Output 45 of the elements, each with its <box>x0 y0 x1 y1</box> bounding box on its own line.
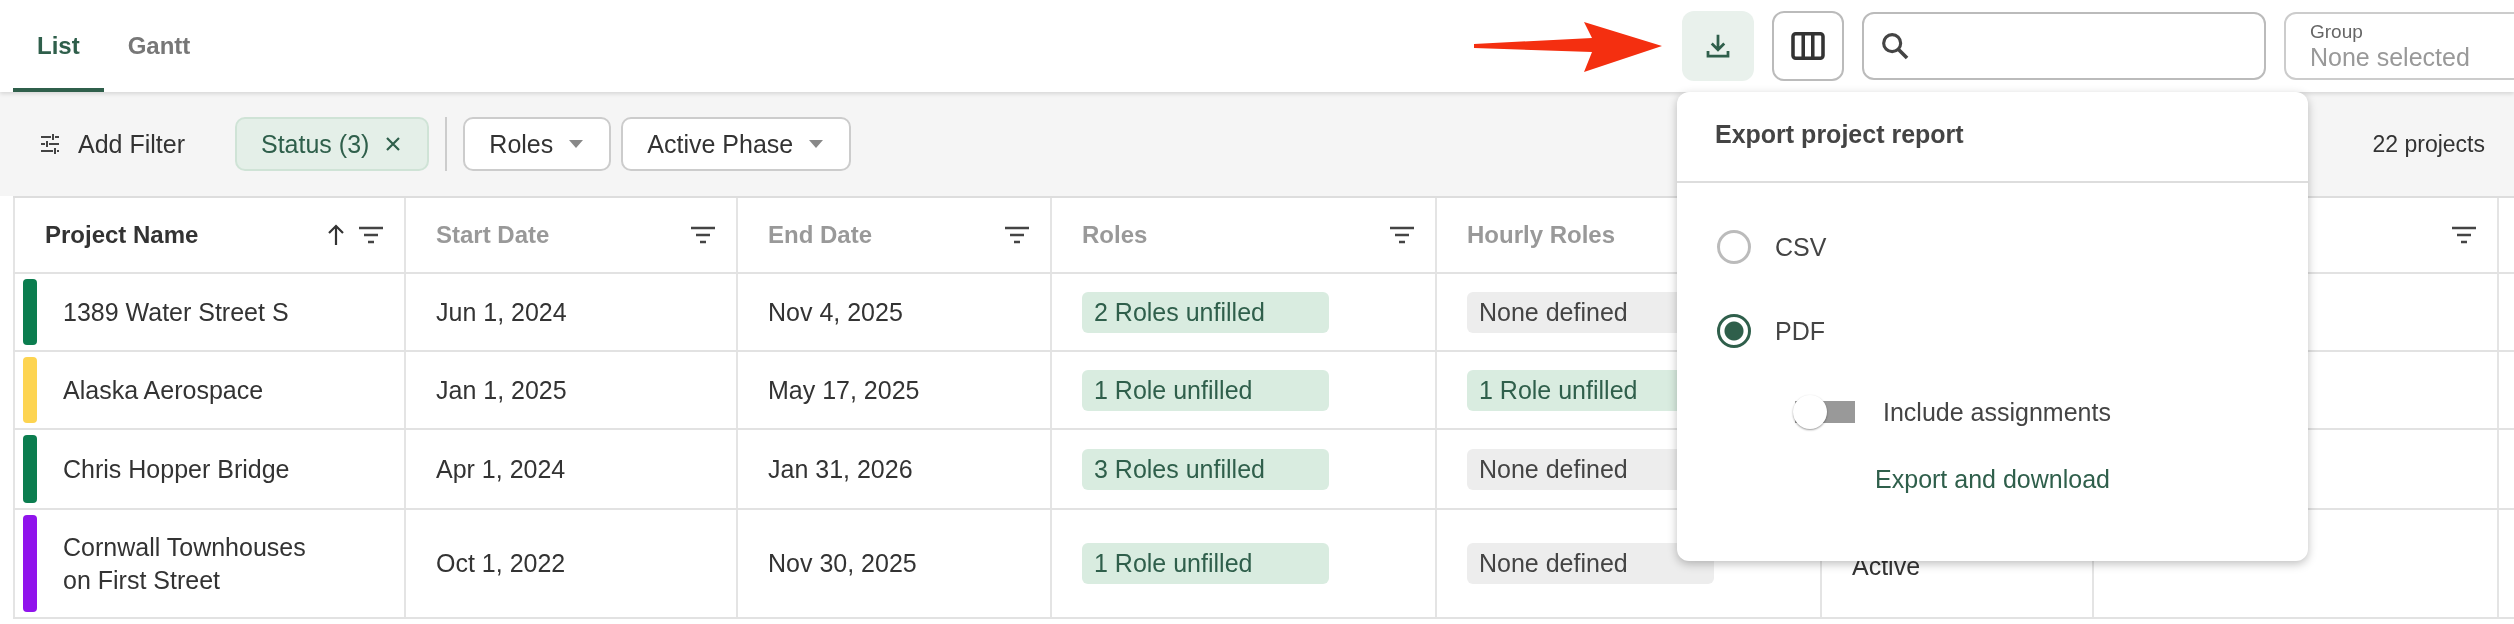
filter-icon[interactable] <box>1004 225 1030 245</box>
filter-icon[interactable] <box>2451 225 2477 245</box>
project-name[interactable]: Alaska Aerospace <box>63 373 331 407</box>
menu-title: Export project report <box>1714 119 1965 150</box>
toggle-label[interactable]: Include assignments <box>1883 397 2111 427</box>
roles-chip: None defined <box>1467 543 1714 584</box>
radio-button[interactable] <box>1717 314 1751 348</box>
table-cell: Jun 1, 2024 <box>404 274 736 350</box>
filter-chip[interactable]: Roles <box>463 117 612 171</box>
columns-button[interactable] <box>1772 11 1844 81</box>
filter-icon[interactable] <box>1389 225 1415 245</box>
roles-chip: 1 Role unfilled <box>1082 369 1329 411</box>
filter-icon[interactable] <box>690 225 716 245</box>
sort-arrow-icon[interactable] <box>326 223 346 247</box>
roles-chip: 1 Role unfilled <box>1082 543 1329 584</box>
radio-button[interactable] <box>1717 230 1751 264</box>
filter-icon[interactable] <box>358 225 384 245</box>
columns-icon[interactable] <box>1790 31 1826 61</box>
filter-chip[interactable]: Status (3) <box>235 117 430 171</box>
add-filter-button[interactable]: Add Filter <box>22 119 201 169</box>
table-cell: Apr 1, 2024 <box>404 430 736 508</box>
option-label[interactable]: CSV <box>1775 232 1827 262</box>
roles-chip: 3 Roles unfilled <box>1082 448 1329 490</box>
roles-chip: 2 Roles unfilled <box>1082 291 1329 333</box>
filter-chip[interactable]: Active Phase <box>621 117 852 171</box>
caret-icon[interactable] <box>807 139 826 149</box>
table-cell: Jan 1, 2025 <box>404 352 736 428</box>
group-select[interactable]: Group None selected <box>2284 12 2514 80</box>
column-header[interactable]: Project Name <box>45 221 199 249</box>
project-name[interactable]: 1389 Water Street S <box>63 295 331 329</box>
export-download-link[interactable]: Export and download <box>1867 457 2118 502</box>
view-tab[interactable]: Gantt <box>103 4 215 92</box>
project-count: 22 projects <box>2372 130 2485 158</box>
table-cell: Jan 31, 2026 <box>736 430 1050 508</box>
sliders-icon[interactable] <box>38 132 62 156</box>
search-field[interactable] <box>1862 12 2266 80</box>
table-cell: May 17, 2025 <box>736 352 1050 428</box>
download-button[interactable] <box>1682 11 1754 81</box>
project-name[interactable]: Cornwall Townhouses on First Street <box>63 531 331 596</box>
table-cell: Nov 4, 2025 <box>736 274 1050 350</box>
caret-icon[interactable] <box>567 139 586 149</box>
project-name[interactable]: Chris Hopper Bridge <box>63 452 331 486</box>
table-cell: Oct 1, 2022 <box>404 510 736 617</box>
table-cell: Nov 30, 2025 <box>736 510 1050 617</box>
option-label[interactable]: PDF <box>1775 316 1825 346</box>
